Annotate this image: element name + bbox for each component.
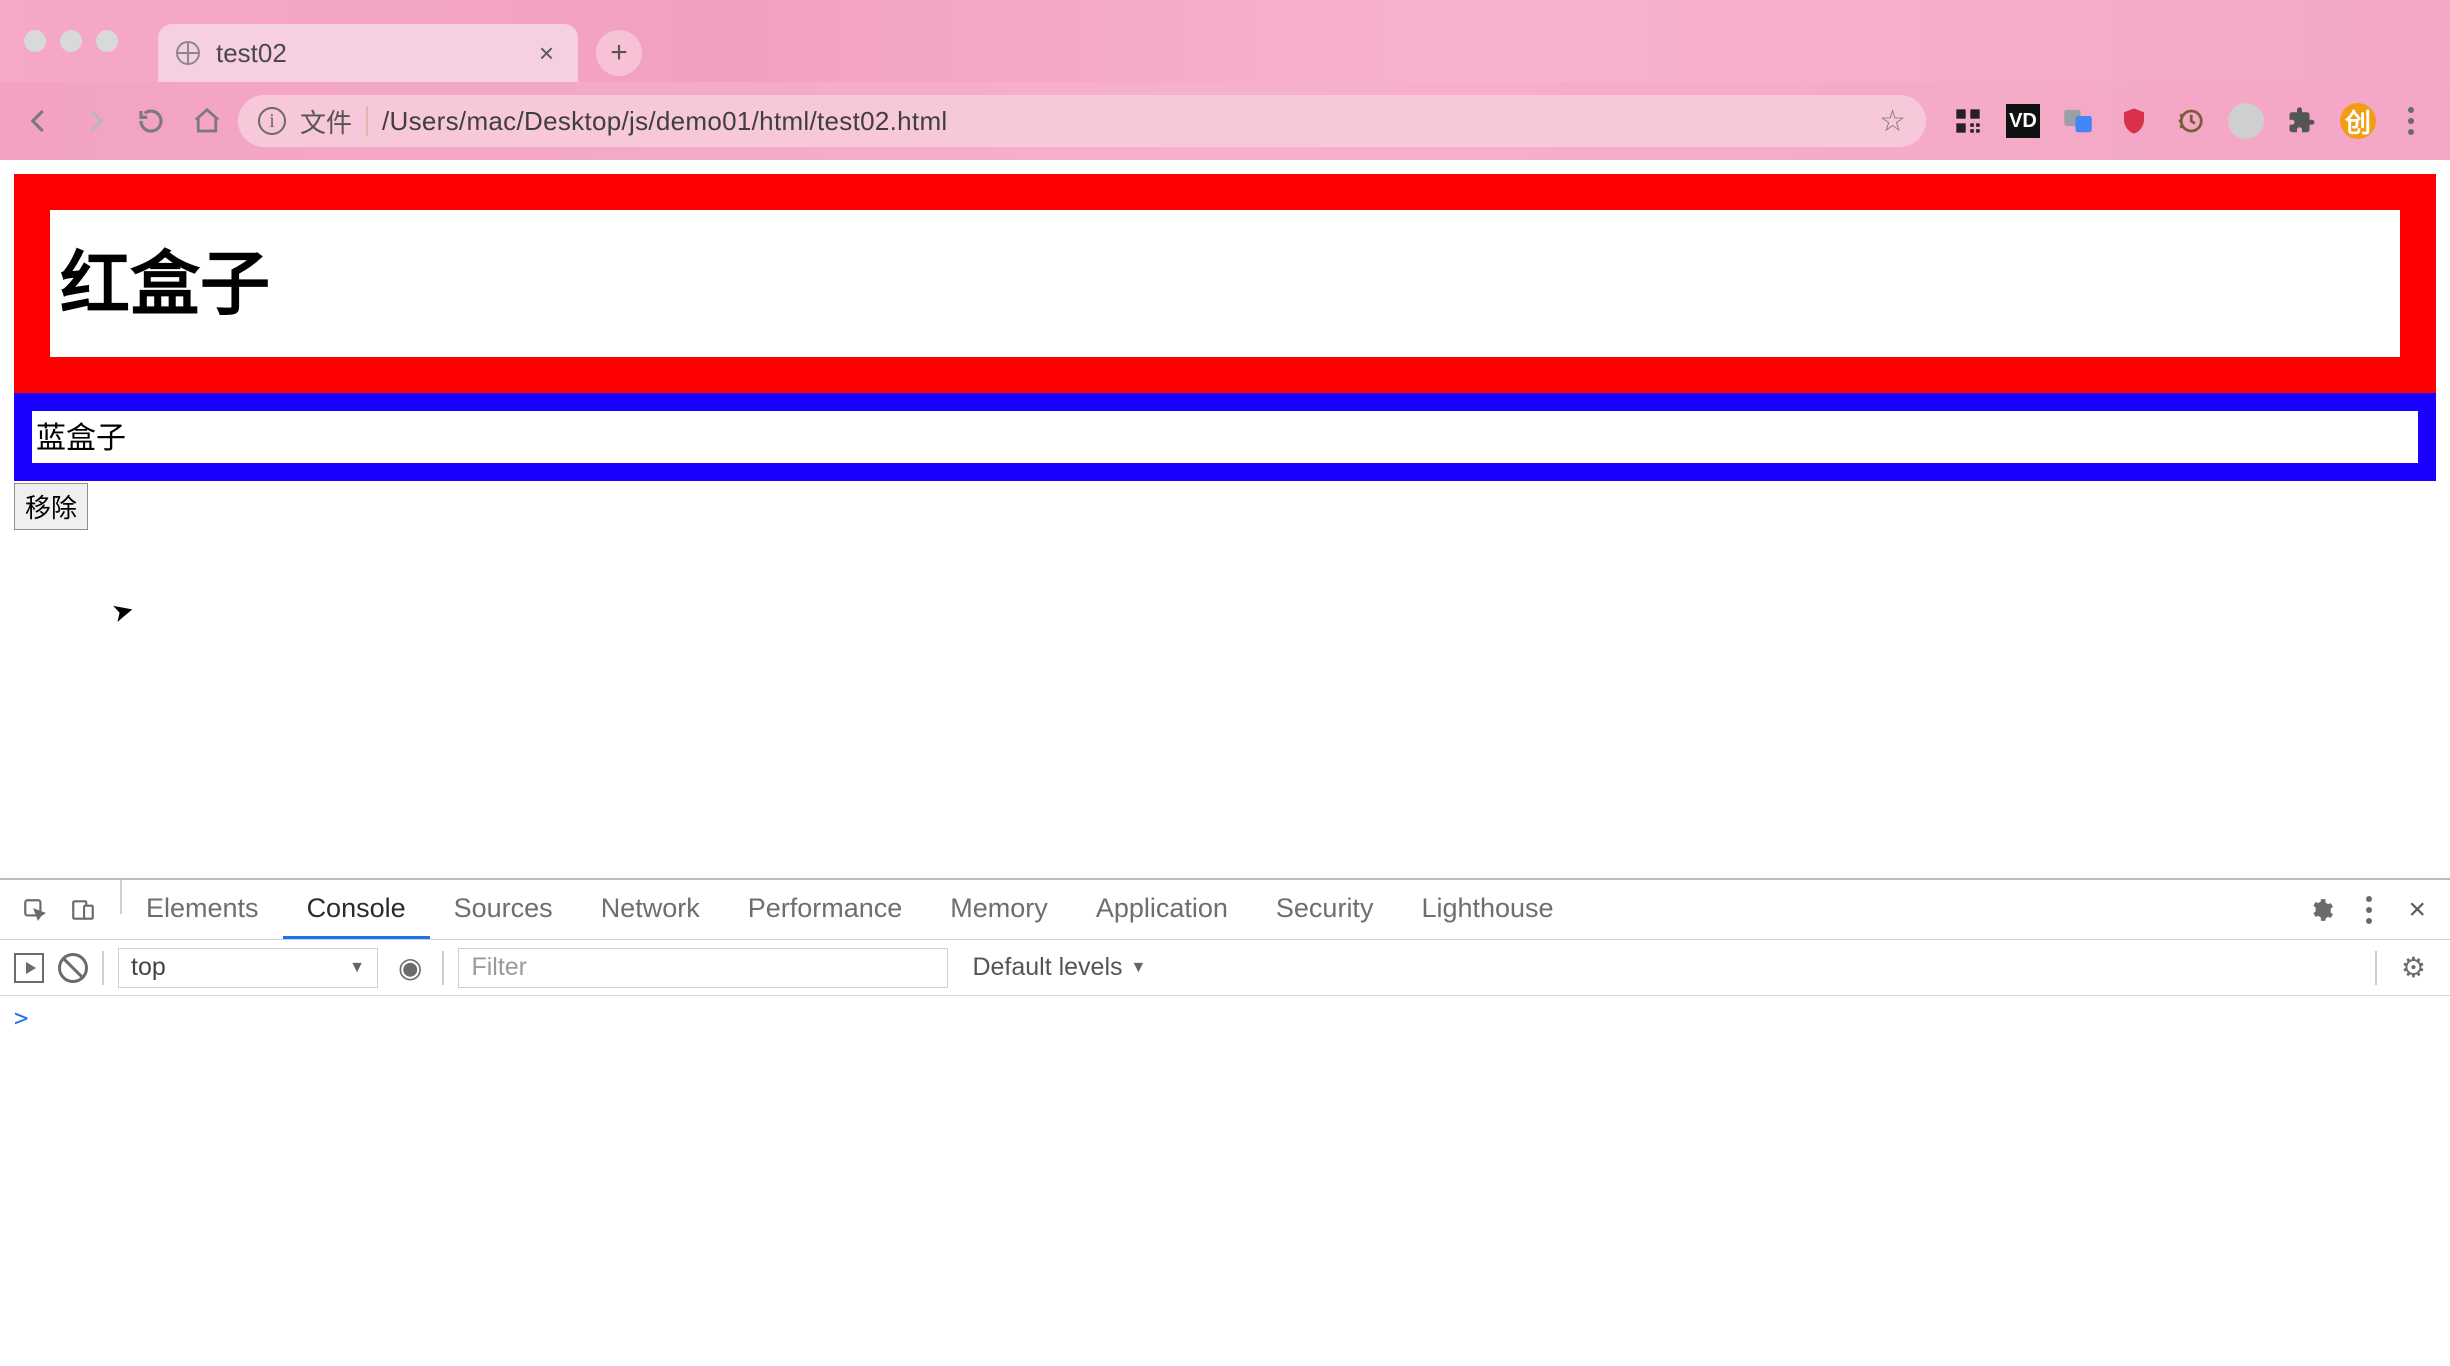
inspect-element-icon[interactable] (16, 891, 54, 929)
window-controls (0, 30, 118, 52)
red-box-heading: 红盒子 (60, 228, 2390, 329)
extensions-area: VD 创 (1932, 99, 2436, 143)
window-maximize-button[interactable] (96, 30, 118, 52)
browser-toolbar: i 文件 /Users/mac/Desktop/js/demo01/html/t… (0, 82, 2450, 160)
page-viewport: 红盒子 蓝盒子 移除 ➤ (0, 160, 2450, 878)
home-button[interactable] (182, 96, 232, 146)
tab-elements[interactable]: Elements (122, 880, 283, 939)
tab-performance[interactable]: Performance (724, 880, 927, 939)
devtools-close-button[interactable]: × (2398, 893, 2436, 927)
window-minimize-button[interactable] (60, 30, 82, 52)
address-bar[interactable]: i 文件 /Users/mac/Desktop/js/demo01/html/t… (238, 95, 1926, 147)
tab-network[interactable]: Network (577, 880, 724, 939)
back-button[interactable] (14, 96, 64, 146)
shield-extension-icon[interactable] (2116, 103, 2152, 139)
browser-menu-button[interactable] (2396, 99, 2426, 143)
chevron-down-icon: ▼ (349, 959, 365, 977)
window-close-button[interactable] (24, 30, 46, 52)
mouse-cursor-icon: ➤ (108, 594, 137, 630)
reload-button[interactable] (126, 96, 176, 146)
tab-application[interactable]: Application (1072, 880, 1252, 939)
tab-lighthouse[interactable]: Lighthouse (1397, 880, 1577, 939)
devtools-panel: Elements Console Sources Network Perform… (0, 878, 2450, 1366)
console-sidebar-toggle-icon[interactable] (14, 953, 44, 983)
remove-button[interactable]: 移除 (14, 483, 88, 530)
qr-extension-icon[interactable] (1950, 103, 1986, 139)
device-toolbar-icon[interactable] (64, 891, 102, 929)
url-path: /Users/mac/Desktop/js/demo01/html/test02… (382, 106, 947, 137)
devtools-tab-bar: Elements Console Sources Network Perform… (0, 880, 2450, 940)
browser-tab[interactable]: test02 × (158, 24, 578, 82)
profile-avatar-icon[interactable]: 创 (2340, 103, 2376, 139)
tab-close-button[interactable]: × (533, 38, 560, 69)
site-info-icon[interactable]: i (258, 107, 286, 135)
grey-extension-icon[interactable] (2228, 103, 2264, 139)
devtools-menu-button[interactable] (2354, 888, 2384, 932)
history-extension-icon[interactable] (2172, 103, 2208, 139)
tab-strip: test02 × + (158, 0, 642, 82)
console-output[interactable]: > (0, 996, 2450, 1366)
console-settings-icon[interactable]: ⚙ (2391, 951, 2436, 984)
blue-box: 蓝盒子 (14, 393, 2436, 481)
divider (2375, 951, 2377, 985)
tab-console[interactable]: Console (283, 880, 430, 939)
log-levels-label: Default levels (972, 953, 1122, 982)
red-box: 红盒子 (14, 174, 2436, 393)
execution-context-value: top (131, 953, 166, 982)
clear-console-icon[interactable] (58, 953, 88, 983)
url-scheme-label: 文件 (300, 103, 352, 140)
globe-icon (176, 41, 200, 65)
devtools-settings-icon[interactable] (2302, 891, 2340, 929)
divider (102, 951, 104, 985)
chevron-down-icon: ▼ (1131, 959, 1147, 977)
log-levels-select[interactable]: Default levels ▼ (962, 953, 1146, 982)
translate-extension-icon[interactable] (2060, 103, 2096, 139)
tab-memory[interactable]: Memory (926, 880, 1072, 939)
bookmark-star-icon[interactable]: ☆ (1879, 104, 1906, 139)
blue-box-text: 蓝盒子 (36, 422, 126, 455)
live-expression-icon[interactable]: ◉ (392, 951, 428, 984)
divider (442, 951, 444, 985)
tab-security[interactable]: Security (1252, 880, 1398, 939)
extensions-puzzle-icon[interactable] (2284, 103, 2320, 139)
tab-title: test02 (216, 38, 517, 69)
new-tab-button[interactable]: + (596, 30, 642, 76)
console-prompt: > (14, 1004, 28, 1032)
url-separator (366, 106, 368, 136)
window-title-bar: test02 × + (0, 0, 2450, 82)
console-filter-bar: top ▼ ◉ Default levels ▼ ⚙ (0, 940, 2450, 996)
vd-extension-icon[interactable]: VD (2006, 104, 2040, 138)
browser-chrome: test02 × + i 文件 /Users/mac/Desktop/js/de… (0, 0, 2450, 160)
execution-context-select[interactable]: top ▼ (118, 948, 378, 988)
forward-button[interactable] (70, 96, 120, 146)
tab-sources[interactable]: Sources (430, 880, 577, 939)
console-filter-input[interactable] (458, 948, 948, 988)
